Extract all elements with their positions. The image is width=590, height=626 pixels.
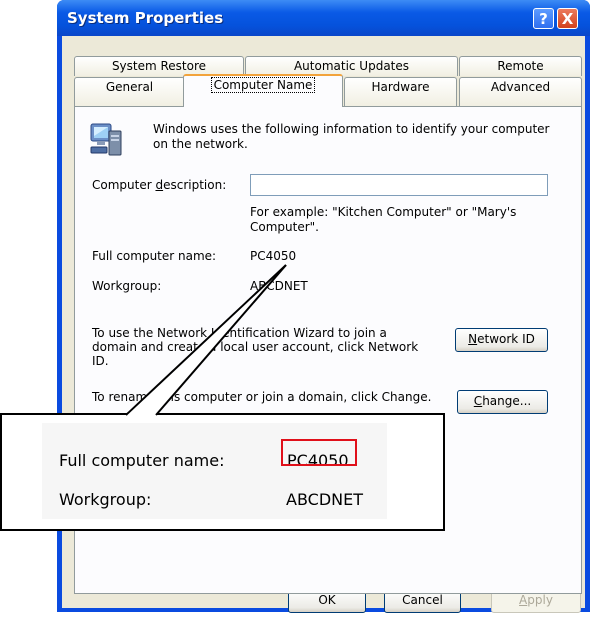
- close-button[interactable]: X: [557, 8, 578, 29]
- help-button[interactable]: ?: [533, 8, 554, 29]
- callout-workgroup-value: ABCDNET: [286, 490, 363, 509]
- workgroup-value: ABCDNET: [250, 279, 308, 293]
- tab-system-restore[interactable]: System Restore: [74, 56, 244, 76]
- tab-automatic-updates[interactable]: Automatic Updates: [245, 56, 458, 76]
- callout-full-computer-name-label: Full computer name:: [59, 451, 225, 470]
- change-button[interactable]: Change...: [457, 390, 548, 414]
- network-id-button[interactable]: Network ID: [455, 328, 548, 352]
- window-title: System Properties: [67, 9, 224, 27]
- network-id-text-line3: ID.: [92, 354, 109, 368]
- zoom-callout: Full computer name: PC4050 Workgroup: AB…: [0, 413, 445, 531]
- full-computer-name-value: PC4050: [250, 249, 297, 263]
- network-id-text-line1: To use the Network Identification Wizard…: [92, 326, 387, 340]
- full-computer-name-label: Full computer name:: [92, 249, 217, 263]
- tab-computer-name[interactable]: Computer Name: [183, 74, 343, 107]
- computer-description-label: Computer description:: [92, 178, 227, 192]
- network-id-text-line2: domain and create a local user account, …: [92, 340, 419, 354]
- workgroup-label: Workgroup:: [92, 279, 162, 293]
- computer-description-input[interactable]: [250, 174, 548, 196]
- tab-general[interactable]: General: [74, 77, 185, 106]
- intro-text-line1: Windows uses the following information t…: [153, 122, 550, 136]
- rename-text: To rename this computer or join a domain…: [92, 390, 432, 404]
- tab-hardware[interactable]: Hardware: [344, 77, 457, 106]
- example-text-line1: For example: "Kitchen Computer" or "Mary…: [250, 205, 517, 219]
- example-text-line2: Computer".: [250, 220, 319, 234]
- title-bar[interactable]: System Properties ? X: [57, 0, 590, 36]
- computer-network-icon: [90, 123, 122, 156]
- tab-remote[interactable]: Remote: [459, 56, 582, 76]
- computer-name-highlight: [281, 439, 357, 466]
- tab-advanced[interactable]: Advanced: [459, 77, 582, 106]
- intro-text-line2: on the network.: [153, 137, 248, 151]
- callout-workgroup-label: Workgroup:: [59, 490, 152, 509]
